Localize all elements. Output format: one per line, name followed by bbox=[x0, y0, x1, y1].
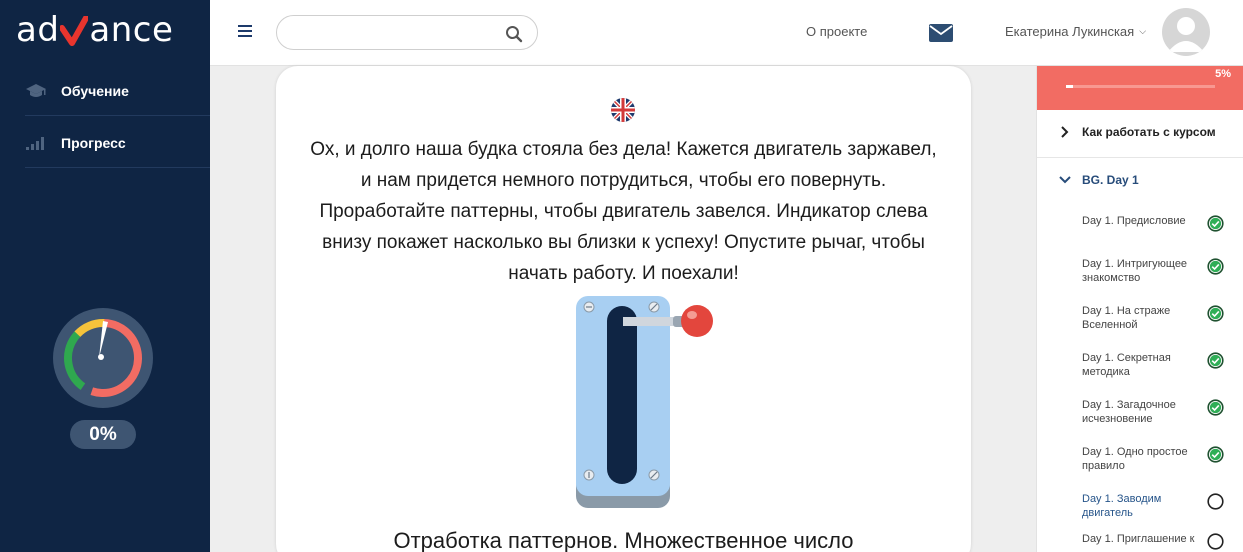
lesson-title: Day 1. Предисловие bbox=[1082, 215, 1186, 227]
chevron-right-icon bbox=[1061, 126, 1069, 138]
course-section-label: BG. Day 1 bbox=[1082, 173, 1139, 187]
lesson-card: Ох, и долго наша будка стояла без дела! … bbox=[276, 66, 971, 552]
lesson-item[interactable]: Day 1. Секретная методика bbox=[1082, 351, 1242, 391]
check-circle-icon bbox=[1207, 258, 1224, 275]
lesson-title: Day 1. Интригующее знакомство bbox=[1082, 258, 1188, 284]
course-section-label: Как работать с курсом bbox=[1082, 125, 1216, 139]
course-progress-percent: 5% bbox=[1215, 68, 1231, 80]
course-panel: 5% Как работать с курсом BG. Day 1 Day 1… bbox=[1036, 66, 1243, 552]
uk-flag-icon[interactable] bbox=[611, 98, 635, 122]
section-title: Отработка паттернов. Множественное число bbox=[393, 528, 854, 552]
about-project-link[interactable]: О проекте bbox=[806, 24, 867, 39]
check-circle-icon bbox=[1207, 215, 1224, 232]
sidebar-item-label: Обучение bbox=[61, 82, 129, 99]
user-name: Екатерина Лукинская bbox=[1005, 24, 1135, 39]
menu-icon[interactable] bbox=[238, 25, 252, 37]
sidebar: ad ance Обучение Прогресс 0% bbox=[0, 0, 210, 552]
gauge-percent: 0% bbox=[70, 420, 136, 449]
search-input[interactable] bbox=[291, 22, 491, 44]
lesson-item[interactable]: Day 1. Интригующее знакомство bbox=[1082, 257, 1242, 297]
lesson-title: Day 1. Приглашение к bbox=[1082, 533, 1195, 545]
course-progress-fill bbox=[1066, 85, 1074, 88]
search-icon[interactable] bbox=[505, 25, 523, 43]
lesson-title: Day 1. Одно простое правило bbox=[1082, 446, 1188, 472]
check-circle-icon bbox=[1207, 399, 1224, 416]
chevron-down-icon: ⌵ bbox=[1139, 26, 1147, 36]
check-circle-icon bbox=[1207, 352, 1224, 369]
lesson-item[interactable]: Day 1. Загадочное исчезновение bbox=[1082, 398, 1242, 438]
advance-logo[interactable]: ad ance bbox=[16, 8, 173, 52]
graduation-cap-icon bbox=[26, 83, 46, 97]
sidebar-item-progress[interactable]: Прогресс bbox=[25, 118, 210, 168]
lesson-title: Day 1. Секретная методика bbox=[1082, 352, 1171, 378]
course-section-how-to[interactable]: Как работать с курсом bbox=[1037, 110, 1243, 158]
lesson-item[interactable]: Day 1. На страже Вселенной bbox=[1082, 304, 1242, 344]
intro-text: Ох, и долго наша будка стояла без дела! … bbox=[310, 139, 937, 284]
user-avatar-icon[interactable] bbox=[1162, 8, 1210, 56]
checkmark-logo-icon bbox=[60, 16, 89, 46]
course-section-day1[interactable]: BG. Day 1 bbox=[1037, 158, 1243, 206]
sidebar-item-label: Прогресс bbox=[61, 134, 126, 151]
check-circle-icon bbox=[1207, 305, 1224, 322]
engine-gauge bbox=[53, 308, 153, 408]
course-progress: 5% bbox=[1037, 66, 1243, 110]
lesson-title: Day 1. На страже Вселенной bbox=[1082, 305, 1171, 331]
bar-chart-icon bbox=[26, 136, 44, 150]
lesson-item[interactable]: Day 1. Одно простое правило bbox=[1082, 445, 1242, 485]
start-lever[interactable] bbox=[573, 295, 723, 511]
empty-circle-icon bbox=[1207, 493, 1224, 510]
lesson-item[interactable]: Day 1. Заводим двигатель bbox=[1082, 492, 1242, 532]
lesson-item[interactable]: Day 1. Предисловие bbox=[1082, 214, 1242, 254]
envelope-icon[interactable] bbox=[929, 24, 953, 42]
course-progress-bar bbox=[1066, 85, 1215, 88]
search-box[interactable] bbox=[276, 15, 538, 50]
sidebar-item-learning[interactable]: Обучение bbox=[25, 66, 210, 116]
check-circle-icon bbox=[1207, 446, 1224, 463]
lesson-title: Day 1. Заводим двигатель bbox=[1082, 493, 1162, 519]
lesson-item[interactable]: Day 1. Приглашение к bbox=[1082, 532, 1242, 552]
empty-circle-icon bbox=[1207, 533, 1224, 550]
top-bar: О проекте Екатерина Лукинская ⌵ bbox=[210, 0, 1243, 66]
lesson-title: Day 1. Загадочное исчезновение bbox=[1082, 399, 1176, 425]
user-menu[interactable]: Екатерина Лукинская ⌵ bbox=[1005, 24, 1146, 39]
chevron-down-icon bbox=[1059, 176, 1071, 184]
